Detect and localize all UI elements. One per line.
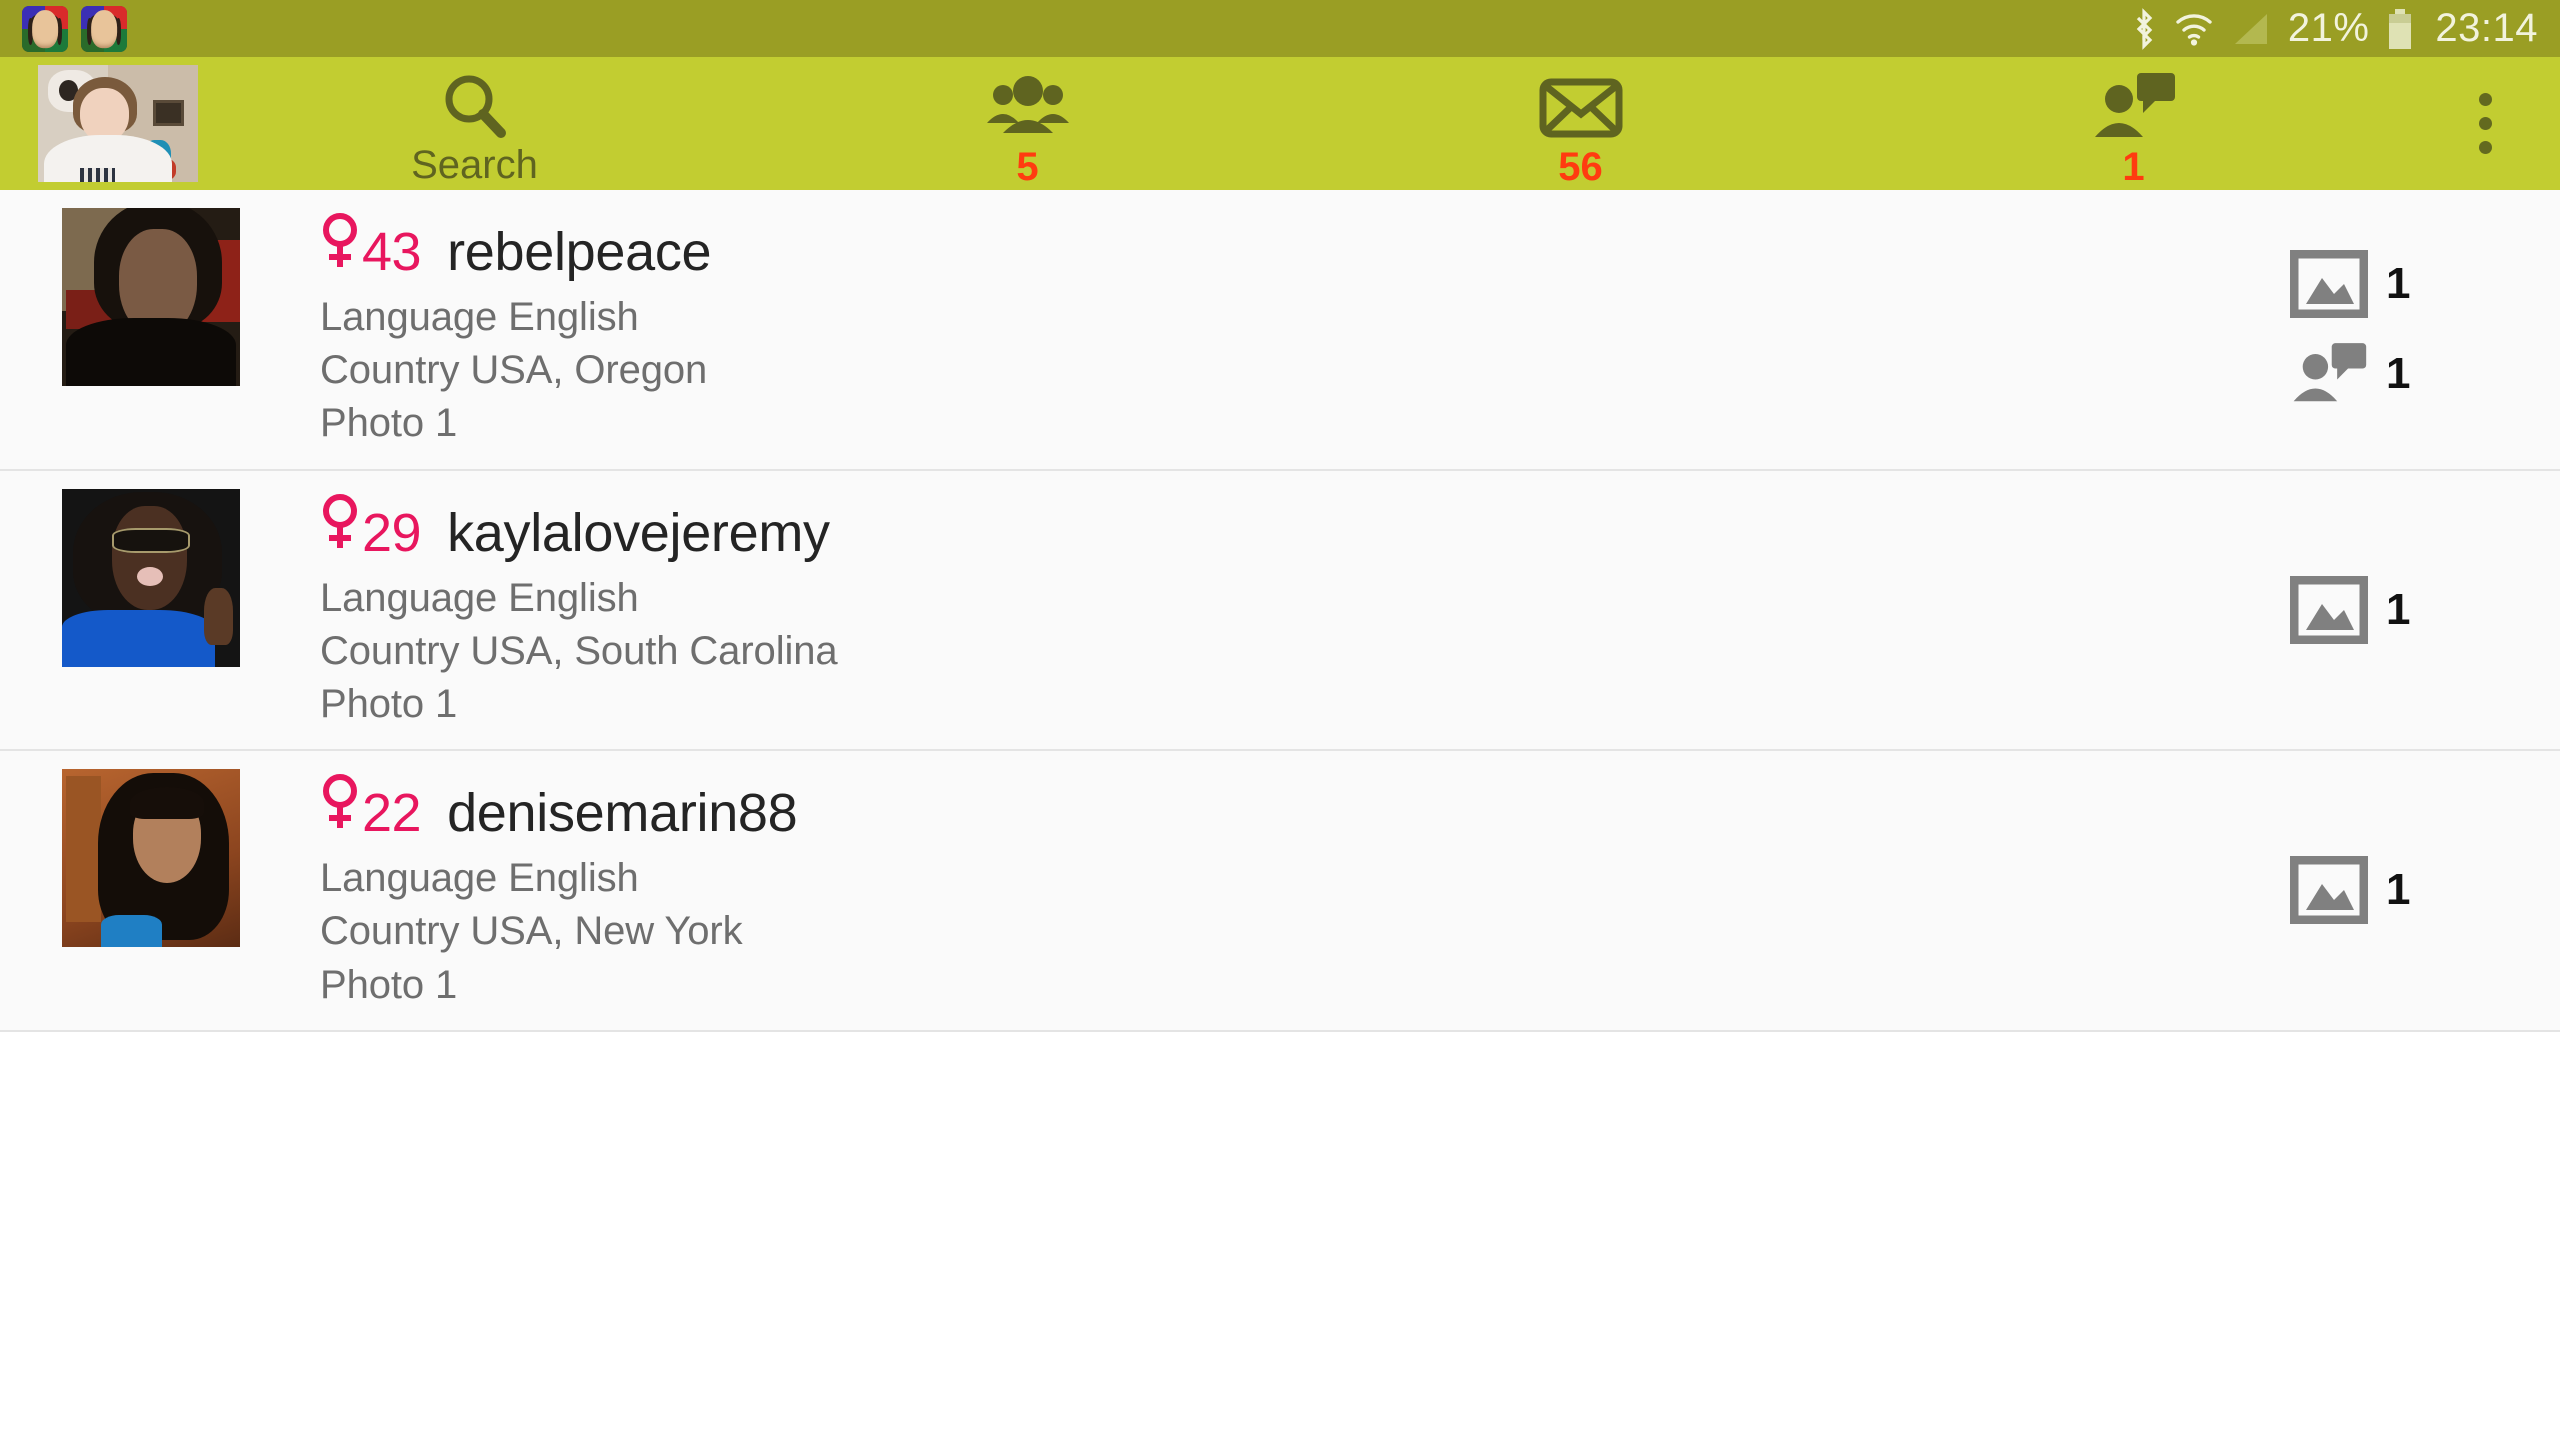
user-username: denisemarin88: [447, 783, 798, 844]
table-row[interactable]: 22 denisemarin88 Language English Countr…: [0, 751, 2560, 1032]
mail-envelope-icon: [1538, 71, 1624, 143]
user-age: 29: [362, 502, 422, 563]
table-row[interactable]: 29 kaylalovejeremy Language English Coun…: [0, 470, 2560, 752]
my-profile-avatar[interactable]: [38, 65, 198, 182]
user-info: 43 rebelpeace Language English Country U…: [320, 208, 2270, 451]
user-age: 22: [362, 783, 422, 844]
cellular-signal-icon: [2234, 13, 2267, 44]
wifi-icon: [2176, 13, 2212, 46]
photo-icon: [2290, 575, 2368, 644]
photo-counter[interactable]: 1: [2290, 575, 2411, 644]
user-photo-count: Photo 1: [320, 962, 458, 1007]
header-nav: Search 5 56 1: [198, 57, 2410, 190]
photo-count: 1: [2386, 865, 2411, 915]
user-country: Country USA, New York: [320, 909, 743, 954]
row-counters: 1: [2270, 575, 2560, 644]
nav-item-search-label: Search: [411, 143, 538, 187]
row-counters: 1 1: [2270, 250, 2560, 408]
user-name-line: 43 rebelpeace: [320, 212, 2270, 279]
user-name-line: 22 denisemarin88: [320, 773, 2270, 840]
female-venus-symbol-icon: [323, 493, 357, 548]
photo-count: 1: [2386, 584, 2411, 634]
female-venus-symbol-icon: [323, 774, 357, 829]
friends-group-icon: [985, 71, 1071, 143]
user-country: Country USA, South Carolina: [320, 628, 838, 673]
table-row[interactable]: 43 rebelpeace Language English Country U…: [0, 190, 2560, 471]
visitor-chat-icon: [2293, 343, 2367, 402]
battery-percent-label: 21%: [2287, 6, 2370, 50]
nav-item-search[interactable]: Search: [198, 57, 751, 190]
nav-item-friends[interactable]: 5: [751, 57, 1304, 190]
battery-icon: [2389, 8, 2412, 49]
overflow-menu-icon[interactable]: [2410, 57, 2560, 190]
visitor-chat-icon: [2091, 71, 2177, 143]
user-language: Language English: [320, 575, 639, 620]
user-photo-count: Photo 1: [320, 681, 458, 726]
app-notification-avatar-icon: [22, 5, 68, 52]
status-bar-indicators: 21% 23:14: [2131, 6, 2538, 51]
nav-item-messages[interactable]: 56: [1304, 57, 1857, 190]
search-icon: [437, 71, 513, 143]
user-language: Language English: [320, 856, 639, 901]
nav-item-friends-badge: 5: [1016, 145, 1039, 189]
status-bar-clock: 23:14: [2435, 6, 2538, 50]
user-info: 29 kaylalovejeremy Language English Coun…: [320, 489, 2270, 732]
row-counters: 1: [2270, 856, 2560, 925]
photo-counter[interactable]: 1: [2290, 856, 2411, 925]
user-age: 43: [362, 222, 422, 282]
app-header-bar: Search 5 56 1: [0, 57, 2560, 190]
user-avatar-kaylalovejeremy[interactable]: [62, 488, 240, 667]
bluetooth-icon: [2136, 7, 2153, 50]
user-avatar-denisemarin88[interactable]: [62, 769, 240, 948]
photo-count: 1: [2386, 259, 2411, 309]
app-notification-avatar-icon: [81, 5, 127, 52]
female-venus-symbol-icon: [323, 213, 357, 267]
nav-item-visitors[interactable]: 1: [1857, 57, 2410, 190]
user-name-line: 29 kaylalovejeremy: [320, 493, 2270, 560]
user-list: 43 rebelpeace Language English Country U…: [0, 190, 2560, 1032]
photo-counter[interactable]: 1: [2290, 250, 2411, 319]
photo-icon: [2290, 856, 2368, 925]
user-avatar-rebelpeace[interactable]: [62, 208, 240, 386]
user-username: rebelpeace: [447, 222, 712, 282]
user-photo-count: Photo 1: [320, 401, 458, 446]
status-bar-notifications: [22, 5, 127, 52]
visitor-count: 1: [2386, 349, 2411, 399]
visitor-counter[interactable]: 1: [2290, 340, 2410, 408]
photo-icon: [2290, 250, 2368, 319]
user-country: Country USA, Oregon: [320, 348, 708, 393]
nav-item-messages-badge: 56: [1558, 145, 1603, 189]
user-username: kaylalovejeremy: [447, 502, 830, 563]
nav-item-visitors-badge: 1: [2122, 145, 2145, 189]
user-info: 22 denisemarin88 Language English Countr…: [320, 769, 2270, 1012]
status-bar: 21% 23:14: [0, 0, 2560, 57]
user-language: Language English: [320, 295, 639, 339]
